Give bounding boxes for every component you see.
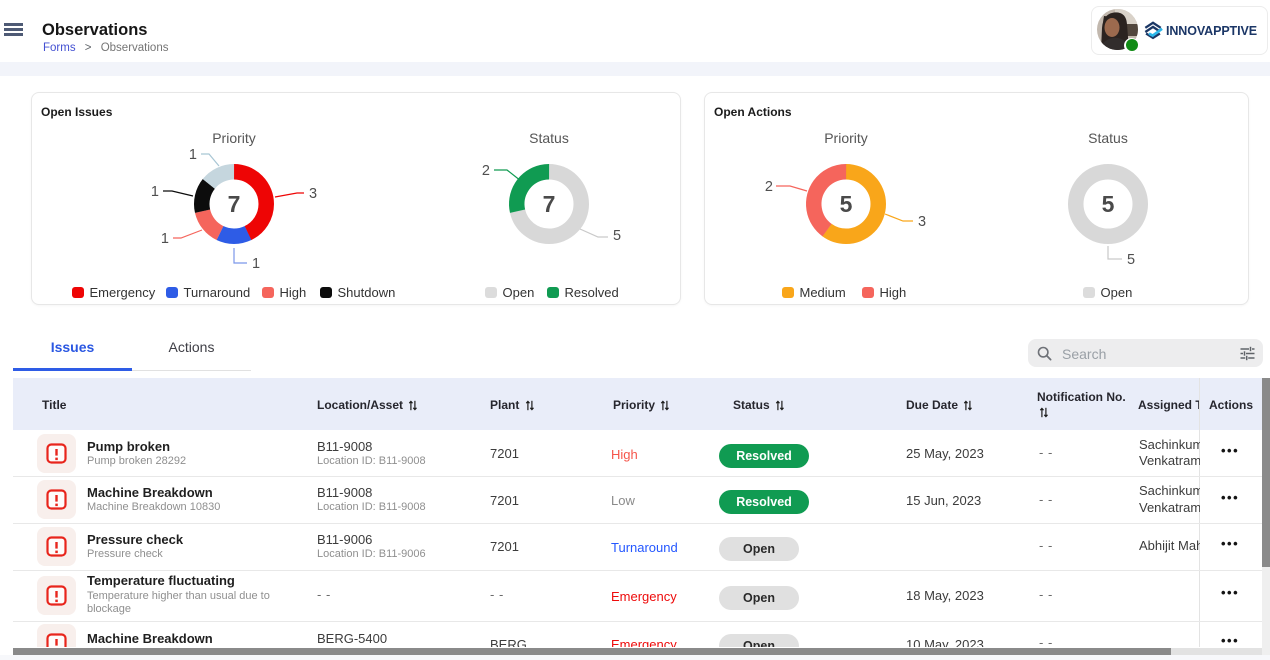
svg-text:3: 3 [918,214,926,230]
svg-text:7: 7 [228,191,241,217]
svg-text:2: 2 [765,179,773,195]
svg-text:5: 5 [613,228,621,244]
svg-text:3: 3 [309,186,317,202]
svg-text:1: 1 [189,147,197,163]
svg-text:1: 1 [252,256,260,272]
svg-text:1: 1 [161,231,169,247]
svg-text:1: 1 [151,184,159,200]
svg-text:5: 5 [1102,191,1115,217]
svg-text:2: 2 [482,163,490,179]
svg-text:5: 5 [840,191,853,217]
svg-text:5: 5 [1127,252,1135,268]
svg-text:7: 7 [543,191,556,217]
